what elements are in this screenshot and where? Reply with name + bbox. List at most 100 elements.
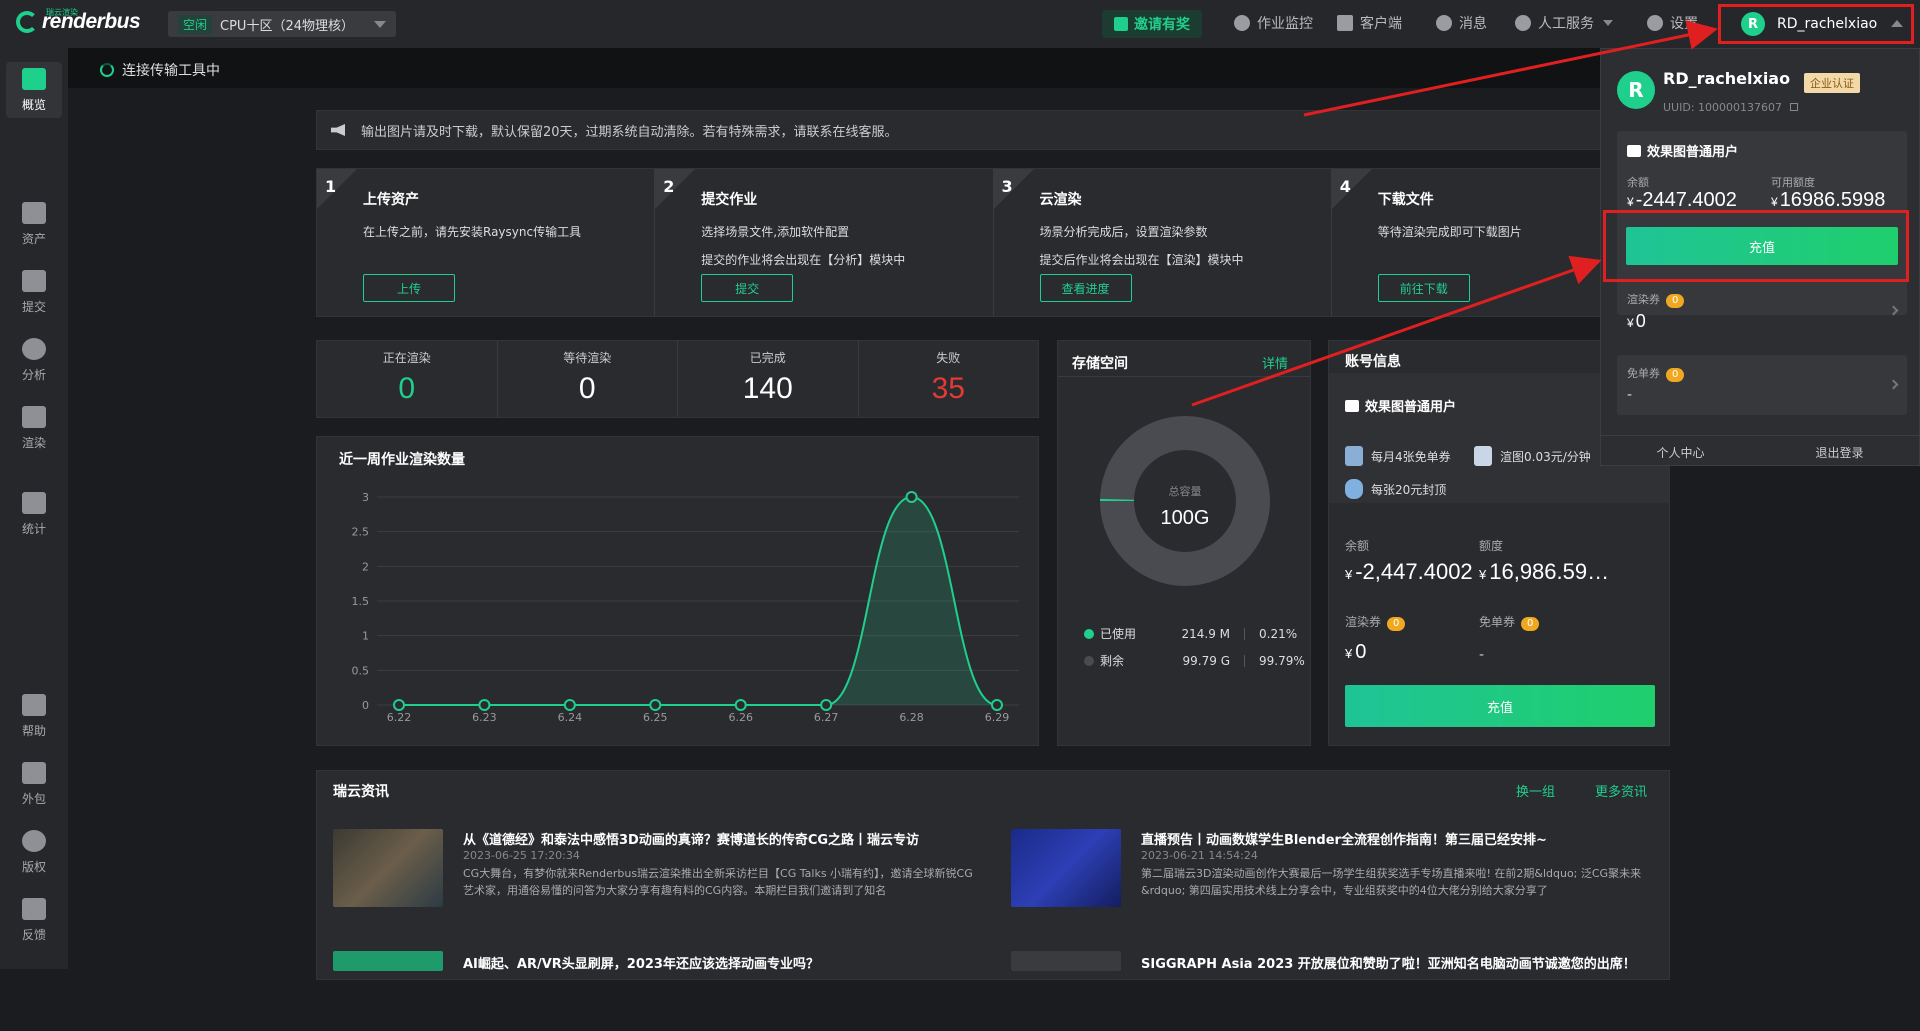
- download-icon: [1337, 15, 1353, 31]
- free-ticket-row[interactable]: 免单券 0 -: [1617, 355, 1907, 415]
- copy-icon[interactable]: [1789, 103, 1798, 111]
- region-select[interactable]: 空闲 CPU十区（24物理核）: [168, 11, 396, 37]
- personal-center-link[interactable]: 个人中心: [1601, 436, 1760, 465]
- sidebar-item-label: 版权: [21, 859, 46, 874]
- data-point[interactable]: [478, 699, 491, 711]
- news-item-title[interactable]: 从《道德经》和泰法中感悟3D动画的真谛？赛博道长的传奇CG之路丨瑞云专访: [463, 829, 919, 848]
- data-point[interactable]: [905, 491, 918, 503]
- currency-symbol: ¥: [1627, 195, 1634, 209]
- news-item[interactable]: 直播预告丨动画数媒学生Blender全流程创作指南！第三届已经安排~ 2023-…: [1011, 829, 1641, 909]
- feature-label: 每张20元封顶: [1371, 482, 1447, 497]
- data-point[interactable]: [649, 699, 662, 711]
- news-thumbnail: [333, 829, 443, 907]
- data-point[interactable]: [393, 699, 405, 711]
- step-upload-assets: 1 上传资产 在上传之前，请先安装Raysync传输工具 上传: [317, 169, 656, 316]
- count-rendering[interactable]: 正在渲染 0: [317, 341, 498, 417]
- bell-icon: [1436, 15, 1452, 31]
- coupon-label-text: 渲染券: [1627, 293, 1660, 306]
- nav-label: 消息: [1459, 16, 1487, 32]
- news-item-date: 2023-06-21 14:54:24: [1141, 849, 1258, 862]
- sidebar-item-assets[interactable]: 资产: [6, 196, 62, 252]
- submit-button[interactable]: 提交: [701, 274, 794, 302]
- sidebar-item-label: 资产: [21, 231, 46, 246]
- dropdown-username: RD_rachelxiao: [1663, 69, 1791, 88]
- spinner-icon: [100, 63, 114, 77]
- data-point[interactable]: [820, 699, 833, 711]
- logout-link[interactable]: 退出登录: [1760, 436, 1919, 465]
- coupon-label: 渲染券 0: [1345, 613, 1406, 631]
- balance-label: 余额: [1345, 539, 1370, 553]
- recharge-button[interactable]: 充值: [1345, 685, 1655, 727]
- region-label: CPU十区（24物理核）: [220, 18, 354, 34]
- step-description: 提交的作业将会出现在【分析】模块中: [701, 253, 906, 267]
- sidebar-item-analysis[interactable]: 分析: [6, 332, 62, 388]
- count-completed[interactable]: 已完成 140: [678, 341, 859, 417]
- ticket-icon: [1345, 446, 1363, 466]
- data-point[interactable]: [563, 699, 576, 711]
- nav-settings[interactable]: 设置: [1647, 13, 1698, 33]
- news-item-title[interactable]: SIGGRAPH Asia 2023 开放展位和赞助了啦！亚洲知名电脑动画节诚邀…: [1141, 953, 1636, 972]
- more-news-link[interactable]: 更多资讯: [1595, 781, 1647, 800]
- credit-label: 额度: [1479, 539, 1504, 553]
- news-item-title[interactable]: 直播预告丨动画数媒学生Blender全流程创作指南！第三届已经安排~: [1141, 829, 1547, 848]
- balance-amount: -2447.4002: [1635, 189, 1737, 211]
- crown-icon: [1474, 446, 1492, 466]
- news-item[interactable]: AI崛起、AR/VR头显刷屏，2023年还应该选择动画专业吗？: [333, 951, 913, 1031]
- credit-amount: 16986.5998: [1779, 189, 1886, 211]
- top-bar: renderbus 瑞云渲染 空闲 CPU十区（24物理核） 邀请有奖 作业监控…: [0, 0, 1920, 48]
- data-point[interactable]: [734, 699, 747, 711]
- connection-status: 连接传输工具中: [100, 60, 220, 80]
- user-menu-button[interactable]: R RD_rachelxiao: [1718, 4, 1914, 44]
- view-progress-button[interactable]: 查看进度: [1039, 274, 1132, 302]
- folder-icon: [22, 201, 46, 224]
- region-status-badge: 空闲: [178, 14, 213, 34]
- data-point[interactable]: [991, 699, 1003, 711]
- tier-label: 效果图普通用户: [1647, 145, 1739, 160]
- sidebar-item-submit[interactable]: 提交: [6, 264, 62, 320]
- sidebar-item-feedback[interactable]: 反馈: [6, 892, 62, 948]
- go-download-button[interactable]: 前往下载: [1377, 274, 1470, 302]
- news-thumbnail: [1011, 829, 1121, 907]
- coupon-amount: 0: [1355, 641, 1367, 663]
- x-tick-label: 6.29: [985, 711, 1010, 724]
- news-item[interactable]: SIGGRAPH Asia 2023 开放展位和赞助了啦！亚洲知名电脑动画节诚邀…: [1011, 951, 1636, 1031]
- news-item[interactable]: 从《道德经》和泰法中感悟3D动画的真谛？赛博道长的传奇CG之路丨瑞云专访 202…: [333, 829, 973, 909]
- sidebar-item-stats[interactable]: 统计: [6, 486, 62, 542]
- renderbus-logo[interactable]: renderbus 瑞云渲染: [16, 8, 141, 34]
- count-waiting[interactable]: 等待渲染 0: [498, 341, 678, 417]
- invite-button[interactable]: 邀请有奖: [1102, 10, 1202, 38]
- storage-detail-link[interactable]: 详情: [1262, 353, 1288, 372]
- divider: [1244, 654, 1245, 667]
- nav-label: 客户端: [1360, 16, 1402, 32]
- sidebar-item-label: 外包: [21, 791, 46, 806]
- coupon-count-badge: 0: [1387, 617, 1406, 631]
- step-number: 1: [325, 177, 337, 196]
- coupon-label: 渲染券 0: [1627, 291, 1685, 308]
- legend-dot: [1084, 628, 1094, 639]
- nav-client[interactable]: 客户端: [1337, 13, 1402, 33]
- sidebar-item-outsource[interactable]: 外包: [6, 756, 62, 812]
- render-icon: [22, 405, 46, 428]
- nav-label: 设置: [1670, 16, 1698, 32]
- sidebar-item-help[interactable]: 帮助: [6, 688, 62, 744]
- currency-symbol: ¥: [1345, 567, 1353, 582]
- coupon-row[interactable]: 渲染券 0 ¥0: [1617, 281, 1907, 341]
- sidebar-item-overview[interactable]: 概览: [6, 62, 62, 118]
- free-ticket-label-text: 免单券: [1479, 615, 1516, 629]
- step-corner: [1331, 169, 1372, 209]
- storage-row-label: 剩余: [1100, 654, 1125, 668]
- y-tick-label: 2.5: [352, 526, 370, 539]
- upload-button[interactable]: 上传: [363, 274, 455, 302]
- sidebar-item-render[interactable]: 渲染: [6, 400, 62, 456]
- news-item-title[interactable]: AI崛起、AR/VR头显刷屏，2023年还应该选择动画专业吗？: [463, 953, 819, 972]
- step-submit-job: 2 提交作业 选择场景文件,添加软件配置 提交的作业将会出现在【分析】模块中 提…: [655, 169, 994, 316]
- nav-support[interactable]: 人工服务: [1515, 13, 1613, 33]
- nav-job-monitor[interactable]: 作业监控: [1234, 13, 1313, 33]
- coupon-label-text: 渲染券: [1345, 615, 1382, 629]
- refresh-news-link[interactable]: 换一组: [1516, 781, 1555, 800]
- enterprise-badge[interactable]: 企业认证: [1804, 73, 1860, 93]
- nav-messages[interactable]: 消息: [1436, 13, 1487, 33]
- count-failed[interactable]: 失败 35: [859, 341, 1039, 417]
- sidebar-item-copyright[interactable]: 版权: [6, 824, 62, 880]
- total-capacity-value: 100G: [1160, 507, 1210, 529]
